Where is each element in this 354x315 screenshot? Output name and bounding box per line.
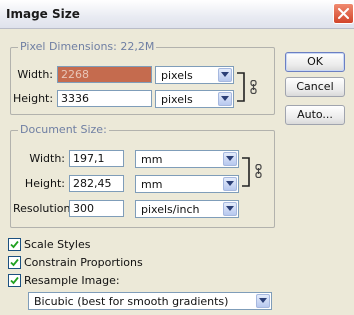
pixel-dimensions-title: Pixel Dimensions: 22,2M: [18, 40, 157, 53]
auto-button[interactable]: Auto...: [285, 105, 345, 125]
scale-styles-row: Scale Styles: [8, 237, 208, 253]
resample-method-value: Bicubic (best for smooth gradients): [34, 295, 229, 308]
pixel-dimensions-group: Pixel Dimensions: 22,2M Width: 2268 pixe…: [10, 40, 275, 115]
resolution-label: Resolution:: [13, 202, 75, 215]
pixel-height-unit-select[interactable]: pixels: [155, 90, 234, 108]
resolution-unit-value: pixels/inch: [141, 203, 200, 216]
doc-width-field[interactable]: 197,1: [69, 150, 124, 167]
ok-button[interactable]: OK: [285, 52, 345, 72]
chevron-down-icon: [223, 152, 237, 166]
resolution-field[interactable]: 300: [69, 200, 124, 217]
cancel-button[interactable]: Cancel: [285, 77, 345, 97]
pixel-height-label: Height:: [13, 92, 54, 105]
image-size-dialog: Image Size Pixel Dimensions: 22,2M Width…: [0, 0, 354, 315]
doc-width-unit-select[interactable]: mm: [135, 150, 239, 168]
doc-height-field[interactable]: 282,45: [69, 175, 124, 192]
scale-styles-checkbox[interactable]: [8, 238, 21, 251]
resample-image-label: Resample Image:: [24, 274, 120, 287]
chevron-down-icon: [218, 68, 232, 82]
doc-height-label: Height:: [24, 177, 65, 190]
chevron-down-icon: [223, 177, 237, 191]
constrain-proportions-checkbox[interactable]: [8, 256, 21, 269]
close-icon: [338, 8, 349, 19]
dialog-title: Image Size: [6, 7, 80, 21]
pixel-width-label: Width:: [17, 68, 53, 81]
pixel-height-field[interactable]: 3336: [57, 90, 152, 107]
resolution-unit-select[interactable]: pixels/inch: [135, 200, 239, 218]
pixel-height-unit-value: pixels: [161, 93, 193, 106]
doc-width-label: Width:: [29, 152, 65, 165]
doc-width-unit-value: mm: [141, 153, 163, 166]
resample-method-select[interactable]: Bicubic (best for smooth gradients): [28, 292, 272, 310]
pixel-width-field[interactable]: 2268: [57, 66, 152, 83]
title-bar: Image Size: [0, 0, 354, 29]
scale-styles-label: Scale Styles: [24, 238, 91, 251]
constrain-proportions-row: Constrain Proportions: [8, 255, 208, 271]
document-size-group: Document Size: Width: 197,1 mm Height: 2…: [10, 123, 275, 228]
resample-image-row: Resample Image:: [8, 273, 208, 289]
checkmark-icon: [10, 276, 19, 285]
chain-link-icon: [250, 80, 257, 94]
pixel-width-unit-value: pixels: [161, 69, 193, 82]
doc-height-unit-select[interactable]: mm: [135, 175, 239, 193]
doc-height-unit-value: mm: [141, 178, 163, 191]
document-size-title: Document Size:: [18, 123, 109, 136]
link-bracket-icon: [242, 157, 250, 187]
chevron-down-icon: [223, 202, 237, 216]
chevron-down-icon: [256, 294, 270, 308]
close-button[interactable]: [333, 3, 354, 24]
checkmark-icon: [10, 258, 19, 267]
link-bracket-icon: [237, 72, 245, 102]
constrain-proportions-label: Constrain Proportions: [24, 256, 143, 269]
pixel-width-unit-select[interactable]: pixels: [155, 66, 234, 84]
resample-image-checkbox[interactable]: [8, 274, 21, 287]
checkmark-icon: [10, 240, 19, 249]
chevron-down-icon: [218, 92, 232, 106]
chain-link-icon: [255, 164, 262, 178]
